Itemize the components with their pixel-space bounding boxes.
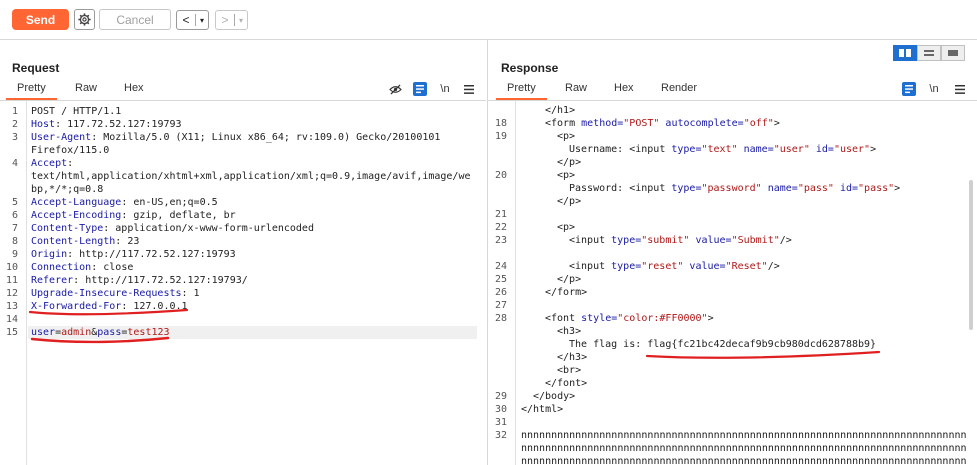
underline-body-params: [30, 336, 170, 344]
underline-flag: [645, 350, 881, 359]
underline-x-forwarded-for: [28, 308, 189, 316]
annotation-layer: [28, 308, 881, 359]
